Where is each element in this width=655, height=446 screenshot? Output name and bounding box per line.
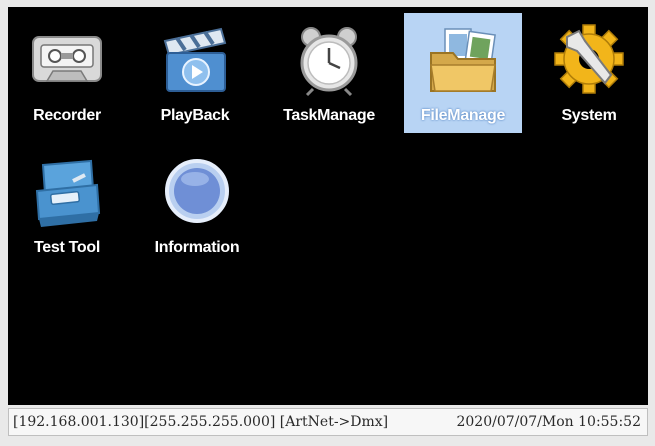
- menu-item-label: Recorder: [33, 107, 101, 124]
- main-menu-screen: Recorder PlayBack TaskManage FileManage …: [8, 7, 648, 405]
- menu-item-label: Information: [154, 239, 240, 256]
- menu-item-label: TaskManage: [283, 107, 375, 124]
- info-circle-icon: [165, 159, 229, 223]
- status-bar: [192.168.001.130][255.255.255.000] [ArtN…: [8, 408, 648, 436]
- toolbox-icon: [35, 159, 101, 227]
- menu-item-recorder[interactable]: Recorder: [8, 13, 126, 133]
- alarm-clock-icon: [300, 27, 358, 97]
- menu-item-taskmanage[interactable]: TaskManage: [270, 13, 388, 133]
- menu-item-filemanage[interactable]: FileManage: [404, 13, 522, 133]
- cassette-tape-icon: [32, 36, 102, 82]
- menu-item-label: System: [561, 107, 617, 124]
- menu-item-system[interactable]: System: [530, 13, 648, 133]
- network-status: [192.168.001.130][255.255.255.000] [ArtN…: [13, 414, 389, 430]
- menu-item-playback[interactable]: PlayBack: [136, 13, 254, 133]
- clapperboard-play-icon: [163, 27, 227, 92]
- menu-item-test-tool[interactable]: Test Tool: [8, 145, 126, 265]
- folder-icon: [430, 28, 496, 92]
- menu-item-information[interactable]: Information: [138, 145, 256, 265]
- menu-item-label: Test Tool: [33, 239, 101, 256]
- date-time: 2020/07/07/Mon 10:55:52: [456, 414, 641, 430]
- menu-item-label: FileManage: [420, 107, 506, 124]
- menu-item-label: PlayBack: [160, 107, 230, 124]
- gear-wrench-icon: [554, 24, 624, 94]
